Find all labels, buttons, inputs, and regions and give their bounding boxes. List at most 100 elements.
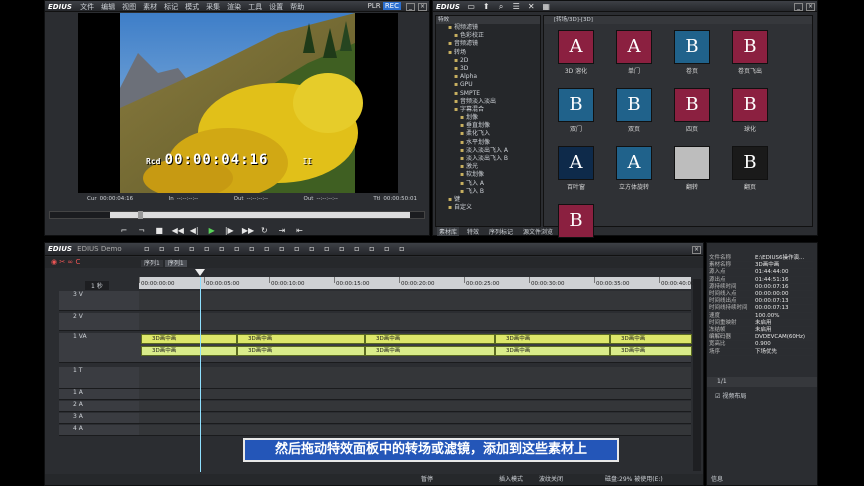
track-header[interactable]: 3 A (59, 413, 139, 424)
menu-item[interactable]: 编辑 (101, 3, 115, 11)
track-header[interactable]: 2 V (59, 313, 139, 331)
info-filter-item[interactable]: ☑ 视频布局 (715, 391, 746, 400)
effect-thumbnail[interactable]: A (616, 146, 652, 180)
menu-item[interactable]: 采集 (206, 3, 220, 11)
cut-icon[interactable]: ▫ (202, 244, 212, 254)
ripple-icon[interactable]: ▫ (292, 244, 302, 254)
list-icon[interactable]: ☰ (511, 2, 521, 12)
menu-item[interactable]: 渲染 (227, 3, 241, 11)
tree-item[interactable]: ▪ 2D (442, 57, 540, 65)
tree-item[interactable]: ▪ 划像 (442, 114, 540, 122)
tree-item[interactable]: ▪ 自定义 (442, 204, 540, 212)
info-tab[interactable]: 信息 (711, 474, 723, 483)
video-clip[interactable]: 3D画中画 (610, 334, 692, 344)
paste-icon[interactable]: ▫ (232, 244, 242, 254)
effect-thumbnail[interactable]: B (674, 30, 710, 64)
video-clip[interactable]: 3D画中画 (141, 334, 237, 344)
stop-icon[interactable]: ■ (154, 226, 164, 236)
effect-thumbnail[interactable]: A (558, 30, 594, 64)
menu-item[interactable]: 标记 (164, 3, 178, 11)
tree-item[interactable]: ▪ 键 (442, 196, 540, 204)
track-header[interactable]: 1 VA (59, 333, 139, 363)
mixer-icon[interactable]: ▫ (352, 244, 362, 254)
effect-thumbnail[interactable]: B (732, 146, 768, 180)
video-clip[interactable]: 3D画中画 (365, 334, 495, 344)
undo-icon[interactable]: ▫ (187, 244, 197, 254)
close-icon[interactable]: × (692, 246, 701, 254)
effect-thumbnail[interactable] (674, 146, 710, 180)
sequence-tab[interactable]: 序列1 (141, 260, 163, 267)
menu-item[interactable]: 素材 (143, 3, 157, 11)
track-header[interactable]: 3 V (59, 291, 139, 311)
timeline-ruler[interactable]: 00:00:00:00 00:00:05:00 00:00:10:00 00:00:1… (139, 277, 695, 289)
play-icon[interactable]: ▶ (207, 226, 217, 236)
step-back-icon[interactable]: ◀| (189, 226, 199, 236)
vertical-scrollbar[interactable] (693, 279, 701, 471)
menu-item[interactable]: 工具 (248, 3, 262, 11)
menu-item[interactable]: 模式 (185, 3, 199, 11)
tree-item[interactable]: ▪ 激光 (442, 163, 540, 171)
rec-toggle[interactable]: REC (382, 2, 401, 10)
minimize-icon[interactable]: _ (406, 3, 415, 11)
delete-icon[interactable]: ▫ (247, 244, 257, 254)
tree-item[interactable]: ▪ 3D (442, 65, 540, 73)
tree-item[interactable]: ▪ 水平划像 (442, 139, 540, 147)
scrubber[interactable] (49, 211, 425, 219)
split-icon[interactable]: ▫ (262, 244, 272, 254)
track-mode-icons[interactable]: ◉ ✂ ∞ C (51, 258, 80, 266)
mark-out-icon[interactable]: ¬ (137, 226, 147, 236)
effect-thumbnail[interactable]: B (732, 88, 768, 122)
tree-item[interactable]: ▪ Alpha (442, 73, 540, 81)
fast-forward-icon[interactable]: ▶▶ (242, 226, 254, 236)
tree-item[interactable]: ▪ 垂直划像 (442, 122, 540, 130)
overwrite-icon[interactable]: ⇤ (294, 226, 304, 236)
audio-clip[interactable]: 3D画中画 (237, 346, 365, 356)
folder-icon[interactable]: ▭ (466, 2, 476, 12)
effect-thumbnail[interactable]: B (674, 88, 710, 122)
effect-thumbnail[interactable]: B (558, 88, 594, 122)
settings-icon[interactable]: ▫ (367, 244, 377, 254)
tree-item[interactable]: ▪ 淡入淡出飞入 A (442, 147, 540, 155)
minimize-icon[interactable]: _ (794, 3, 803, 11)
insert-icon[interactable]: ⇥ (277, 226, 287, 236)
tree-item[interactable]: ▪ 淡入淡出飞入 B (442, 155, 540, 163)
tree-item[interactable]: ▪ SMPTE (442, 90, 540, 98)
effect-thumbnail[interactable]: B (558, 204, 594, 238)
track-header[interactable]: 4 A (59, 425, 139, 436)
up-icon[interactable]: ⬆ (481, 2, 491, 12)
step-forward-icon[interactable]: |▶ (224, 226, 234, 236)
render-icon[interactable]: ▫ (307, 244, 317, 254)
tree-item[interactable]: ▪ 飞入 A (442, 180, 540, 188)
audio-icon[interactable]: ▫ (337, 244, 347, 254)
effect-thumbnail[interactable]: A (558, 146, 594, 180)
track-header[interactable]: 2 A (59, 401, 139, 412)
audio-clip[interactable]: 3D画中画 (141, 346, 237, 356)
gear-icon[interactable]: ▫ (397, 244, 407, 254)
effects-tab[interactable]: 序列标记 (487, 227, 515, 236)
effect-thumbnail[interactable]: B (616, 88, 652, 122)
audio-clip[interactable]: 3D画中画 (495, 346, 610, 356)
audio-clip[interactable]: 3D画中画 (610, 346, 692, 356)
scrubber-handle[interactable] (138, 211, 143, 219)
sequence-tab[interactable]: 序列1 (164, 260, 187, 267)
effect-thumbnail[interactable]: B (732, 30, 768, 64)
tree-item[interactable]: ▪ 柔化飞入 (442, 130, 540, 138)
close-icon[interactable]: × (806, 3, 815, 11)
effects-tab[interactable]: 源文件浏览 (521, 227, 555, 236)
playhead-marker[interactable] (195, 269, 205, 276)
menu-item[interactable]: 文件 (80, 3, 94, 11)
tree-item[interactable]: ▪ GPU (442, 81, 540, 89)
effect-icon[interactable]: ▫ (382, 244, 392, 254)
audio-clip[interactable]: 3D画中画 (365, 346, 495, 356)
save-icon[interactable]: ▫ (172, 244, 182, 254)
plr-toggle[interactable]: PLR (368, 2, 381, 10)
loop-icon[interactable]: ↻ (259, 226, 269, 236)
tree-item[interactable]: ▪ 转场 (442, 49, 540, 57)
menu-item[interactable]: 设置 (269, 3, 283, 11)
search-icon[interactable]: ⌕ (496, 2, 506, 12)
tree-item[interactable]: ▪ 音频滤镜 (442, 40, 540, 48)
redo-icon[interactable]: ▫ (277, 244, 287, 254)
close-icon[interactable]: × (418, 3, 427, 11)
tree-item[interactable]: ▪ 音频淡入淡出 (442, 98, 540, 106)
title-icon[interactable]: ▫ (322, 244, 332, 254)
